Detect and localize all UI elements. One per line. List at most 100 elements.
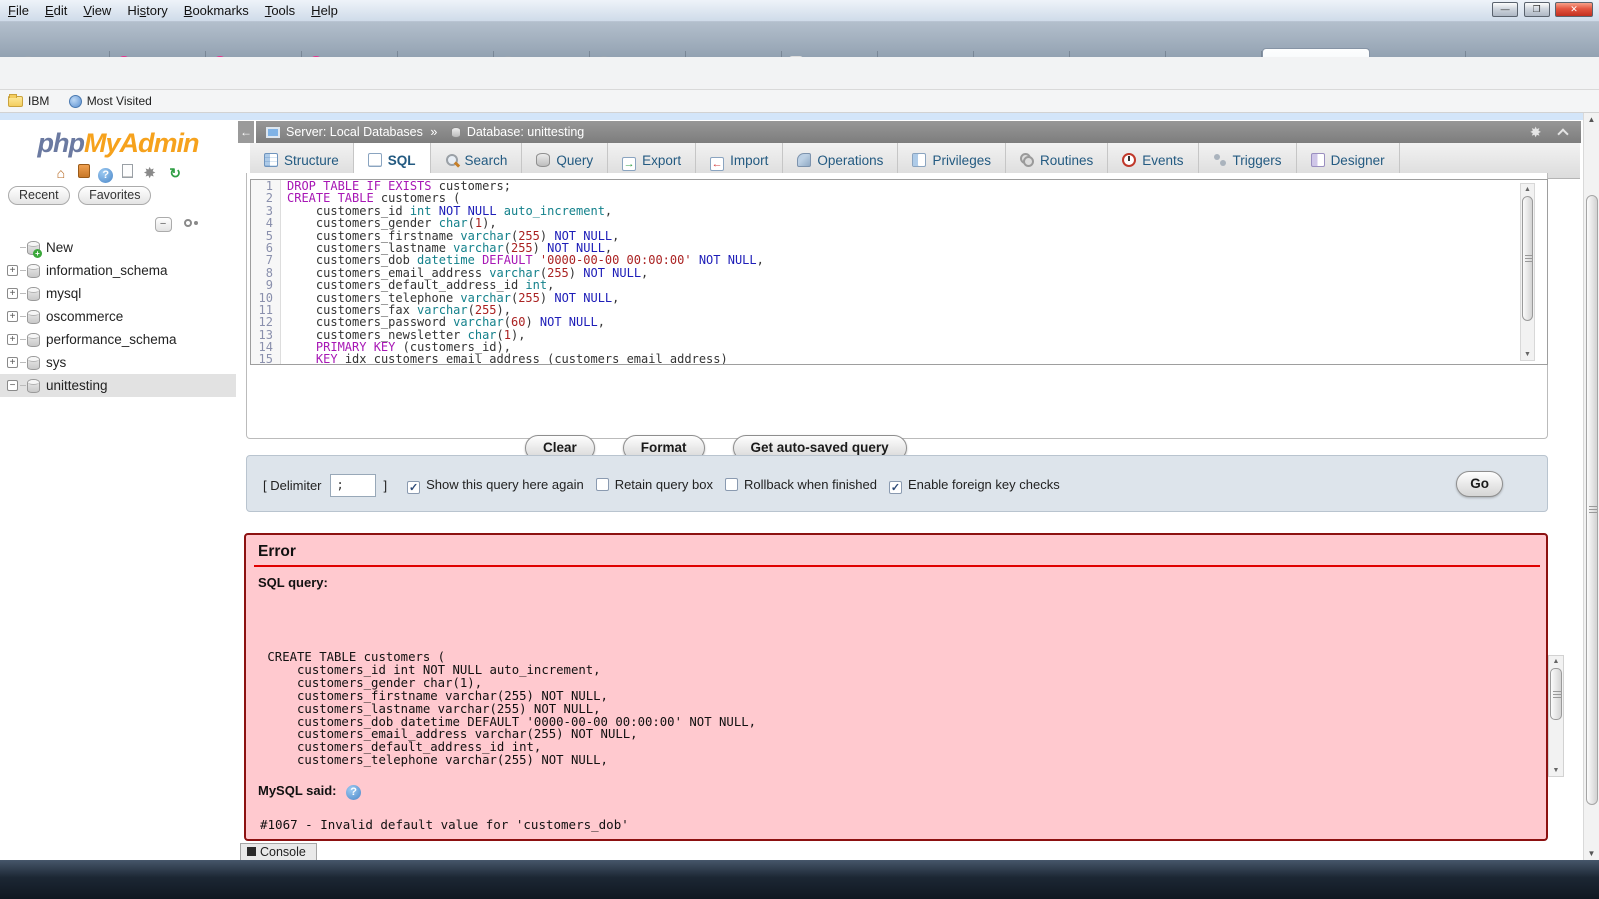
option-checkbox-show-this-query-here-again[interactable]: ✓ Show this query here again <box>407 477 584 494</box>
menu-item-tools[interactable]: Tools <box>257 0 303 18</box>
collapse-all-button[interactable]: − <box>154 217 172 232</box>
tree-item-label: mysql <box>46 286 82 301</box>
error-box: Error SQL query: CREATE TABLE customers … <box>244 533 1564 841</box>
docs-icon[interactable] <box>121 164 133 178</box>
close-button[interactable]: ✕ <box>1555 2 1593 17</box>
go-button[interactable]: Go <box>1456 471 1503 497</box>
tree-expander-icon[interactable]: − <box>7 380 18 391</box>
tree-expander-icon[interactable]: + <box>7 357 18 368</box>
error-code-scrollbar[interactable]: ▲ ▼ <box>1548 655 1564 777</box>
tree-item-label: oscommerce <box>46 309 124 324</box>
line-number: 15 <box>251 353 281 364</box>
server-icon <box>266 127 280 138</box>
help-icon[interactable]: ? <box>346 785 362 800</box>
checkbox-icon[interactable]: ✓ <box>407 481 421 494</box>
console-bar[interactable]: Console <box>240 843 317 860</box>
mysql-said-label: MySQL said: ? <box>258 783 362 800</box>
scroll-down-icon[interactable]: ▼ <box>1521 351 1534 358</box>
tree-item-oscommerce[interactable]: + oscommerce <box>0 305 236 328</box>
breadcrumb-database[interactable]: Database: unittesting <box>467 125 584 139</box>
scroll-up-icon[interactable]: ▲ <box>1521 186 1534 193</box>
menu-item-edit[interactable]: Edit <box>37 0 75 18</box>
option-checkbox-rollback-when-finished[interactable]: Rollback when finished <box>724 477 877 492</box>
scroll-down-icon[interactable]: ▼ <box>1584 849 1599 858</box>
breadcrumb-separator: » <box>430 125 438 139</box>
favorites-button[interactable]: Favorites <box>78 186 152 205</box>
breadcrumb-server[interactable]: Server: Local Databases <box>286 125 423 139</box>
tree-item-New[interactable]: New <box>0 236 236 259</box>
scrollbar-thumb[interactable] <box>1522 196 1533 321</box>
option-checkbox-retain-query-box[interactable]: Retain query box <box>595 477 713 492</box>
query-icon <box>536 153 551 167</box>
tree-item-label: unittesting <box>46 378 108 393</box>
browser-nav-toolbar: ← ilocalhost/phpmyadmin/db_sql.php?db=un… <box>0 57 1599 145</box>
scroll-up-icon[interactable]: ▲ <box>1549 658 1563 665</box>
minimize-button[interactable]: — <box>1492 2 1519 17</box>
tree-expander-icon[interactable]: + <box>7 265 18 276</box>
pma-logo[interactable]: phpMyAdmin <box>0 128 236 159</box>
menu-item-history[interactable]: History <box>119 0 175 18</box>
tree-item-unittesting[interactable]: − unittesting <box>0 374 236 397</box>
scroll-down-icon[interactable]: ▼ <box>1549 767 1563 774</box>
tree-connector <box>20 247 26 248</box>
sql-token: , <box>612 228 620 243</box>
database-cylinder-icon <box>27 333 40 347</box>
tree-connector <box>20 316 26 317</box>
recent-button[interactable]: Recent <box>8 186 70 205</box>
link-icon[interactable] <box>184 219 192 227</box>
home-icon[interactable]: ⌂ <box>52 165 69 181</box>
page-content: phpMyAdmin ⌂ ? ✸ ↻ Recent Favorites − Ne… <box>0 113 1599 860</box>
sql-token: NOT NULL <box>691 253 757 268</box>
tree-expander-icon[interactable]: + <box>7 334 18 345</box>
page-scrollbar[interactable]: ▲ ▼ <box>1583 113 1599 860</box>
settings-gear-icon[interactable]: ✸ <box>141 166 158 182</box>
tree-expander-icon[interactable]: + <box>7 311 18 322</box>
menu-item-help[interactable]: Help <box>303 0 346 18</box>
database-cylinder-icon <box>27 241 42 258</box>
scrollbar-thumb[interactable] <box>1586 195 1598 805</box>
pma-tab-label: SQL <box>387 153 416 168</box>
editor-line: 15 KEY idx_customers_email_address (cust… <box>251 353 1547 364</box>
bookmark-item-ibm[interactable]: IBM <box>0 90 57 108</box>
tree-item-performance_schema[interactable]: + performance_schema <box>0 328 236 351</box>
logout-icon[interactable] <box>77 164 90 178</box>
error-title: Error <box>258 543 296 560</box>
checkbox-icon[interactable] <box>724 478 738 491</box>
menu-item-file[interactable]: File <box>0 0 37 18</box>
sql-token: NOT NULL <box>539 315 598 330</box>
pma-tab-label: Export <box>642 153 682 168</box>
error-code-line: customers_telephone varchar(255) NOT NUL… <box>260 753 608 768</box>
sql-token: ) <box>525 315 540 330</box>
bookmark-item-most-visited[interactable]: Most Visited <box>61 90 160 108</box>
tree-expander-icon[interactable]: + <box>7 288 18 299</box>
refresh-icon[interactable]: ↻ <box>167 165 184 181</box>
restore-button[interactable]: ❐ <box>1523 2 1550 17</box>
sql-code-editor[interactable]: 1 DROP TABLE IF EXISTS customers; 2 CREATE … <box>250 179 1548 365</box>
menu-items: File Edit View History Bookmarks Tools Help <box>0 2 346 19</box>
pma-tab-label: Routines <box>1039 153 1094 168</box>
page-settings-gear-icon[interactable]: ✸ <box>1530 124 1542 140</box>
pma-tab-label: Events <box>1142 153 1184 168</box>
collapse-top-icon[interactable] <box>1557 128 1569 140</box>
help-icon[interactable]: ? <box>98 168 114 183</box>
browser-tab-strip: ‹ Downloa...WAMPSE...http:....phphttp:..… <box>0 22 1599 79</box>
tree-item-sys[interactable]: + sys <box>0 351 236 374</box>
scrollbar-thumb[interactable] <box>1550 668 1562 720</box>
sql-token: NOT NULL <box>583 265 642 280</box>
hide-sidebar-arrow[interactable]: ← <box>238 121 254 143</box>
scroll-up-icon[interactable]: ▲ <box>1584 115 1599 124</box>
error-message: #1067 - Invalid default value for 'custo… <box>260 817 629 832</box>
sql-query-label: SQL query: <box>258 575 328 590</box>
checkbox-icon[interactable] <box>595 478 609 491</box>
menu-item-bookmarks[interactable]: Bookmarks <box>176 0 257 18</box>
tree-item-information_schema[interactable]: + information_schema <box>0 259 236 282</box>
delimiter-input[interactable]: ; <box>329 474 376 497</box>
checkbox-icon[interactable]: ✓ <box>888 481 902 494</box>
checkbox-label: Rollback when finished <box>743 477 877 492</box>
tree-item-mysql[interactable]: + mysql <box>0 282 236 305</box>
menu-item-view[interactable]: View <box>75 0 119 18</box>
pma-sidebar-icons: ⌂ ? ✸ ↻ <box>0 164 236 183</box>
page-top-strip <box>0 113 1599 120</box>
editor-scrollbar[interactable]: ▲ ▼ <box>1520 183 1535 361</box>
option-checkbox-enable-foreign-key-checks[interactable]: ✓ Enable foreign key checks <box>888 477 1060 494</box>
